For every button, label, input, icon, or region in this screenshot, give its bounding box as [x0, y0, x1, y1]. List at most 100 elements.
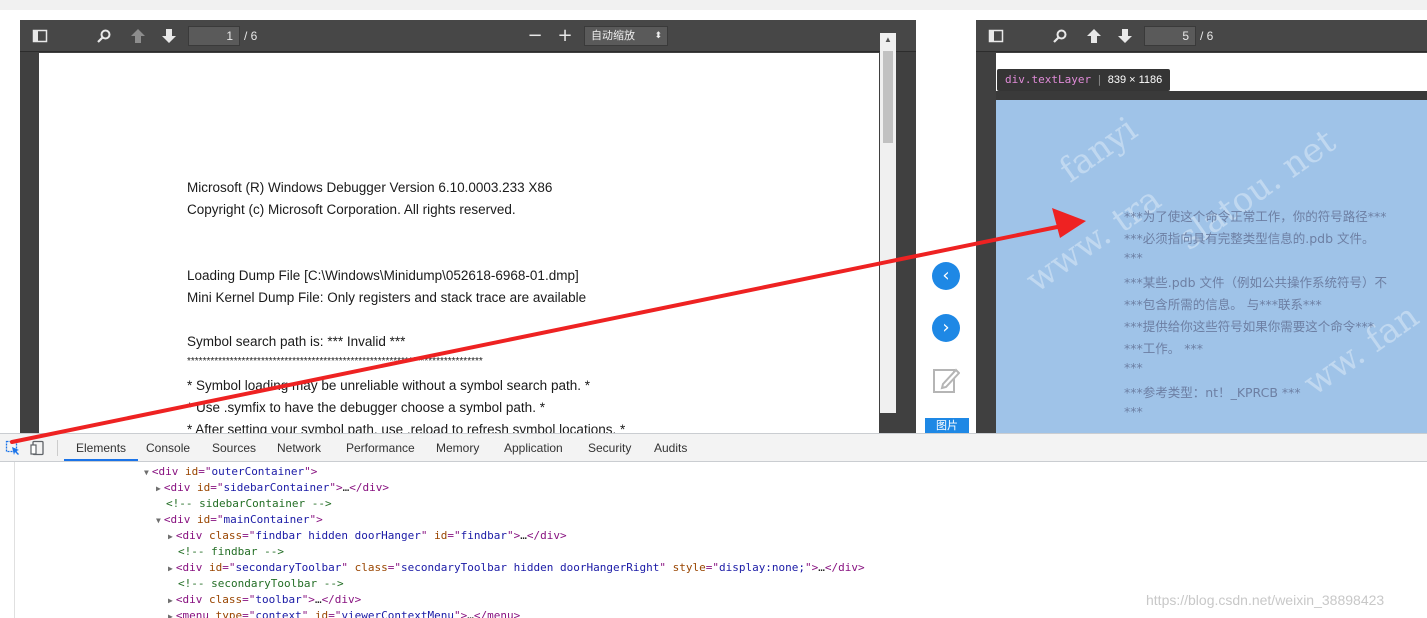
text-layer-highlight: www. tra slatou. net fanyi ww. fan ***为了… — [996, 100, 1427, 433]
dom-node-line[interactable]: ▼ <div id="outerContainer"> — [144, 464, 317, 480]
dom-token-tag: "> — [309, 513, 323, 526]
dom-token-attr: class — [208, 593, 243, 606]
translated-line: *** — [1124, 404, 1143, 419]
zoom-out-button[interactable]: − — [525, 26, 545, 46]
zoom-in-button[interactable]: + — [555, 26, 575, 46]
pdf-toolbar-right: 5 / 6 — [976, 20, 1427, 52]
dom-token-tag: =" — [242, 529, 256, 542]
dom-node-line[interactable]: <!-- secondaryToolbar --> — [178, 576, 344, 592]
devtools-tabbar: Elements Console Sources Network Perform… — [0, 434, 1427, 462]
collapse-triangle-icon[interactable]: ▶ — [156, 484, 161, 493]
search-icon[interactable] — [1050, 26, 1070, 46]
pdf-toolbar-left: 1 / 6 − + 自动缩放 ⬍ — [20, 20, 916, 52]
doc-line: * Symbol loading may be unreliable witho… — [187, 378, 590, 393]
zoom-select[interactable]: 自动缩放 ⬍ — [584, 26, 668, 46]
next-page-button[interactable]: › — [932, 314, 960, 342]
dom-token-tag: =" — [210, 481, 224, 494]
collapse-triangle-icon[interactable]: ▶ — [168, 564, 173, 573]
translated-line: *** — [1124, 360, 1143, 375]
dom-token-attr: id — [196, 513, 211, 526]
dom-token-tag: " — [659, 561, 673, 574]
edit-icon[interactable] — [932, 366, 961, 394]
dom-token-tag: </div> — [526, 529, 567, 542]
dom-token-val: secondaryToolbar hidden doorHangerRight — [401, 561, 660, 574]
sidebar-toggle-icon[interactable] — [986, 26, 1006, 46]
expand-triangle-icon[interactable]: ▼ — [144, 468, 149, 477]
tab-performance[interactable]: Performance — [346, 434, 415, 461]
dom-node-line[interactable]: ▼ <div id="mainContainer"> — [156, 512, 323, 528]
prev-page-button[interactable]: ‹ — [932, 262, 960, 290]
dom-token-attr: id — [208, 561, 223, 574]
tab-sources[interactable]: Sources — [212, 434, 256, 461]
dom-token-comment: <!-- sidebarContainer --> — [166, 497, 332, 510]
translated-line: *** — [1124, 250, 1143, 265]
image-tag-button[interactable]: 图片 — [925, 418, 969, 433]
tab-elements[interactable]: Elements — [64, 434, 139, 461]
dom-token-attr: style — [672, 561, 706, 574]
dom-node-line[interactable]: ▶ <div class="findbar hidden doorHanger" … — [168, 528, 567, 544]
doc-line: * Use .symfix to have the debugger choos… — [187, 400, 545, 415]
dom-token-tag: "> — [805, 561, 819, 574]
arrow-up-icon[interactable] — [128, 26, 148, 46]
device-toolbar-icon[interactable] — [30, 440, 46, 456]
dom-token-tag: " — [420, 529, 435, 542]
collapse-triangle-icon[interactable]: ▶ — [168, 612, 173, 618]
dom-node-line[interactable]: ▶ <div id="secondaryToolbar" class="secon… — [168, 560, 865, 576]
dom-token-tag: <div — [175, 561, 209, 574]
dom-token-tag: </div> — [321, 593, 362, 606]
collapse-triangle-icon[interactable]: ▶ — [168, 596, 173, 605]
dom-node-line[interactable]: <!-- sidebarContainer --> — [166, 496, 332, 512]
page-count-label: / 6 — [244, 29, 258, 43]
arrow-down-icon[interactable] — [159, 26, 179, 46]
arrow-up-icon[interactable] — [1084, 26, 1104, 46]
dom-node-line[interactable]: ▶ <div id="sidebarContainer">…</div> — [156, 480, 389, 496]
doc-line: * After setting your symbol path, use .r… — [187, 422, 626, 433]
dom-token-attr: id — [196, 481, 211, 494]
doc-line: Microsoft (R) Windows Debugger Version 6… — [187, 180, 553, 195]
page-gap — [996, 91, 1427, 100]
dom-token-val: findbar — [460, 529, 508, 542]
dom-gutter — [14, 462, 15, 618]
tab-security[interactable]: Security — [588, 434, 631, 461]
doc-line: ****************************************… — [187, 356, 483, 367]
dom-node-line[interactable]: <!-- findbar --> — [178, 544, 284, 560]
tab-memory[interactable]: Memory — [436, 434, 479, 461]
pdf-page-left: Microsoft (R) Windows Debugger Version 6… — [39, 53, 879, 433]
dom-token-tag: " — [301, 609, 315, 618]
page-number-input[interactable]: 5 — [1144, 26, 1196, 46]
dom-token-val: toolbar — [255, 593, 302, 606]
translated-line: ***工作。 *** — [1124, 341, 1203, 356]
search-icon[interactable] — [94, 26, 114, 46]
inspect-element-icon[interactable] — [5, 440, 21, 456]
dom-token-attr: id — [314, 609, 329, 618]
sidebar-toggle-icon[interactable] — [30, 26, 50, 46]
tab-console[interactable]: Console — [146, 434, 190, 461]
tab-application[interactable]: Application — [504, 434, 563, 461]
scroll-up-icon[interactable]: ▲ — [883, 35, 893, 44]
collapse-triangle-icon[interactable]: ▶ — [168, 532, 173, 541]
translated-line: ***某些.pdb 文件（例如公共操作系统符号）不 — [1124, 275, 1388, 290]
arrow-down-icon[interactable] — [1115, 26, 1135, 46]
scrollbar-left[interactable]: ▲ — [880, 33, 896, 413]
dom-token-val: findbar hidden doorHanger — [255, 529, 421, 542]
dom-token-tag: =" — [242, 593, 256, 606]
expand-triangle-icon[interactable]: ▼ — [156, 516, 161, 525]
translated-line: ***必须指向具有完整类型信息的.pdb 文件。 — [1124, 231, 1375, 246]
tab-network[interactable]: Network — [277, 434, 321, 461]
dom-node-line[interactable]: ▶ <div class="toolbar">…</div> — [168, 592, 361, 608]
scrollbar-thumb[interactable] — [883, 51, 893, 143]
dom-token-tag: </div> — [824, 561, 865, 574]
dom-token-tag: =" — [328, 609, 342, 618]
page-number-input[interactable]: 1 — [188, 26, 240, 46]
dom-token-comment: <!-- findbar --> — [178, 545, 284, 558]
dom-token-attr: id — [184, 465, 199, 478]
dom-token-tag: "> — [304, 465, 318, 478]
tab-audits[interactable]: Audits — [654, 434, 687, 461]
dom-token-val: outerContainer — [211, 465, 305, 478]
doc-line: Loading Dump File [C:\Windows\Minidump\0… — [187, 268, 579, 283]
dom-token-text: … — [314, 593, 322, 606]
dom-node-line[interactable]: ▶ <menu type="context" id="viewerContextM… — [168, 608, 520, 618]
translated-line: ***包含所需的信息。 与***联系*** — [1124, 297, 1322, 312]
dom-token-tag: </div> — [349, 481, 390, 494]
dom-token-tag: <div — [175, 529, 209, 542]
